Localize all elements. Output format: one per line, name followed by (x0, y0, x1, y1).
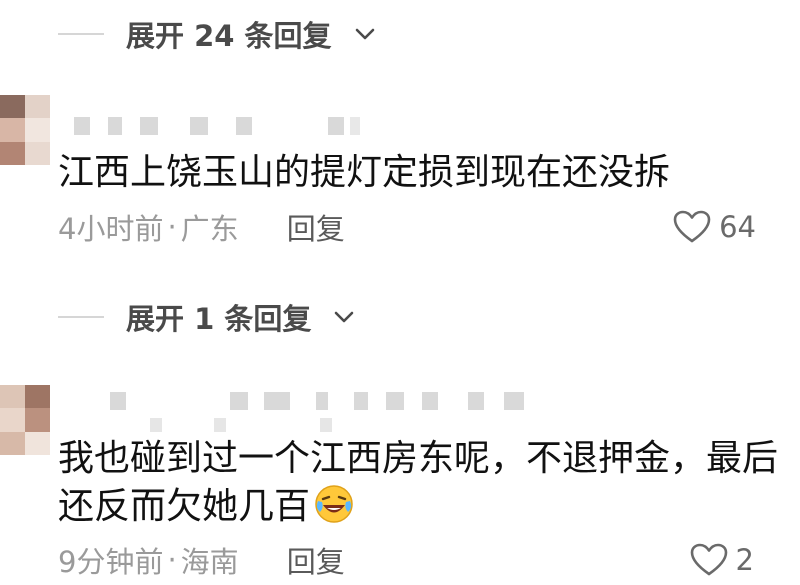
username-blurred-secondary (150, 418, 390, 432)
timestamp: 4小时前 (58, 212, 164, 246)
location: 广东 (180, 212, 239, 246)
comment-meta: 4小时前 · 广东 回复 (58, 207, 345, 247)
like-button[interactable]: 2 (690, 540, 754, 580)
separator-dot: · (167, 210, 177, 244)
chevron-down-icon (335, 311, 354, 323)
comment-text: 江西上饶玉山的提灯定损到现在还没拆 (58, 152, 671, 193)
timestamp: 9分钟前 (58, 545, 164, 579)
expand-replies-label: 展开 1 条回复 (126, 302, 312, 336)
like-button[interactable]: 64 (673, 207, 756, 247)
username-blurred[interactable] (60, 117, 380, 135)
divider-line (58, 33, 104, 35)
expand-replies-button-1[interactable]: 展开 24 条回复 (58, 12, 376, 56)
comment-text-line-1: 我也碰到过一个江西房东呢，不退押金，最后 (58, 438, 779, 479)
heart-outline-icon (690, 543, 727, 576)
username-blurred[interactable] (60, 392, 540, 410)
like-count: 64 (719, 210, 756, 244)
laughing-crying-emoji-icon (315, 485, 353, 523)
comment-text-line-2: 还反而欠她几百 (58, 484, 800, 530)
reply-button[interactable]: 回复 (287, 206, 345, 248)
heart-outline-icon (673, 210, 711, 243)
comment-text-content: 还反而欠她几百 (58, 486, 311, 527)
location: 海南 (180, 545, 239, 579)
like-count: 2 (735, 543, 754, 577)
avatar[interactable] (0, 385, 50, 455)
reply-button[interactable]: 回复 (287, 539, 345, 581)
divider-line (58, 316, 104, 318)
expand-replies-label: 展开 24 条回复 (126, 19, 332, 53)
comment-meta: 9分钟前 · 海南 回复 (58, 540, 345, 580)
avatar[interactable] (0, 95, 50, 165)
chevron-down-icon (355, 28, 374, 40)
separator-dot: · (167, 543, 177, 577)
expand-replies-button-2[interactable]: 展开 1 条回复 (58, 295, 355, 339)
